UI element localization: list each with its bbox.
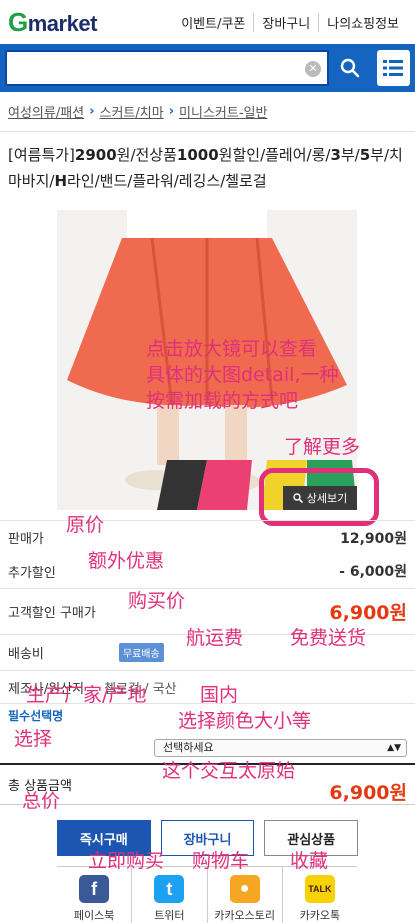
top-link-event-coupon[interactable]: 이벤트/쿠폰 <box>173 13 253 32</box>
annotation-more: 了解更多 <box>284 436 361 458</box>
share-label: 페이스북 <box>73 909 115 922</box>
shipping-label: 배송비 <box>8 647 44 662</box>
share-twitter[interactable]: t 트위터 <box>131 867 206 923</box>
share-facebook[interactable]: f 페이스북 <box>57 867 131 923</box>
title-part: 부/ <box>340 146 360 164</box>
annotation-total: 总价 <box>22 790 61 812</box>
title-part: H <box>54 172 68 190</box>
annotation-buy-price: 购买价 <box>128 590 186 612</box>
top-link-cart[interactable]: 장바구니 <box>253 12 318 32</box>
sale-price-value: 6,900원 <box>329 602 407 624</box>
extra-discount-label: 추가할인 <box>8 565 56 581</box>
title-part: 원할인/플레어/롱/ <box>218 146 331 164</box>
annotation-free: 免费送货 <box>290 627 367 649</box>
annotation-buy-now: 立即购买 <box>88 850 165 872</box>
search-button[interactable] <box>333 50 367 86</box>
annotation-choose: 选择 <box>14 728 53 750</box>
free-shipping-badge: 무료배송 <box>118 643 164 662</box>
annotation-favorite: 收藏 <box>290 850 329 872</box>
share-kakaostory[interactable]: ● 카카오스토리 <box>206 867 282 923</box>
menu-button[interactable] <box>376 50 410 86</box>
title-part: 2900 <box>74 146 117 164</box>
magnifier-icon <box>293 493 303 503</box>
detail-view-button[interactable]: 상세보기 <box>283 486 357 510</box>
detail-view-label: 상세보기 <box>306 492 348 505</box>
gmarket-logo[interactable]: Gmarket <box>8 7 97 38</box>
top-bar: Gmarket 이벤트/쿠폰 장바구니 나의쇼핑정보 <box>0 0 415 44</box>
annotation-maker: 生产厂家/产地 <box>26 684 147 706</box>
breadcrumb-item-skirt[interactable]: 스커트/치마 <box>100 102 164 121</box>
twitter-icon: t <box>154 875 185 903</box>
title-part: 원/전상품 <box>116 146 177 164</box>
chevron-right-icon: › <box>89 104 95 119</box>
top-links: 이벤트/쿠폰 장바구니 나의쇼핑정보 <box>173 12 407 32</box>
list-menu-icon <box>383 60 404 76</box>
extra-discount-value: - 6,000원 <box>339 564 407 580</box>
share-bar: f 페이스북 t 트위터 ● 카카오스토리 TALK 카카오톡 <box>57 866 357 923</box>
logo-g: G <box>8 6 28 37</box>
title-part: 1000 <box>176 146 219 164</box>
title-part: 5 <box>359 146 371 164</box>
title-part: 라인/밴드/플라워/레깅스/첼로걸 <box>67 172 267 190</box>
sale-price-label: 고객할인 구매가 <box>8 606 96 621</box>
annotation-color-size: 选择颜色大小等 <box>178 710 312 732</box>
share-label: 카카오스토리 <box>214 909 275 922</box>
annotation-cart: 购物车 <box>192 850 250 872</box>
list-price-value: 12,900원 <box>340 530 407 547</box>
title-part: 3 <box>330 146 341 164</box>
search-bar: ✕ <box>0 44 415 92</box>
search-input[interactable] <box>7 52 327 84</box>
option-select[interactable]: 선택하세요 ▲▼ <box>154 739 407 757</box>
breadcrumb: 여성의류/패션 › 스커트/치마 › 미니스커트-일반 <box>0 92 415 132</box>
list-price-label: 판매가 <box>8 532 44 547</box>
chevron-right-icon: › <box>168 104 175 119</box>
kakaostory-icon: ● <box>229 875 260 903</box>
share-label: 트위터 <box>154 909 185 922</box>
annotation-domestic: 国内 <box>200 684 239 706</box>
annotation-extra: 额外优惠 <box>88 550 165 572</box>
total-value: 6,900원 <box>329 782 407 804</box>
kakaotalk-icon: TALK <box>304 875 335 903</box>
extra-discount-row: 추가할인 - 6,000원 <box>0 554 415 588</box>
top-link-my-shopping[interactable]: 나의쇼핑정보 <box>318 12 407 32</box>
price-table: 판매가 12,900원 추가할인 - 6,000원 고객할인 구매가 6,900… <box>0 520 415 704</box>
share-kakaotalk[interactable]: TALK 카카오톡 <box>281 867 357 923</box>
search-icon <box>340 58 360 78</box>
option-select-value: 선택하세요 <box>163 741 214 754</box>
list-price-row: 판매가 12,900원 <box>0 520 415 554</box>
dropdown-arrow-icon: ▲▼ <box>387 743 401 753</box>
breadcrumb-item-miniskirt[interactable]: 미니스커트-일반 <box>179 102 267 121</box>
clear-icon[interactable]: ✕ <box>305 61 321 77</box>
logo-text: market <box>27 10 98 36</box>
facebook-icon: f <box>79 875 110 903</box>
breadcrumb-item-women[interactable]: 여성의류/패션 <box>8 102 84 121</box>
product-title: [여름특가]2900원/전상품1000원할인/플레어/롱/3부/5부/치마바지/… <box>0 132 415 208</box>
annotation-zoom: 点击放大镜可以查看 具体的大图detail,一种 按需加载的方式吧 <box>146 338 339 412</box>
annotation-shipping: 航运费 <box>186 627 244 649</box>
annotation-unstable: 这个交互太原始 <box>162 760 296 782</box>
annotation-list-price: 原价 <box>66 514 105 536</box>
search-box: ✕ <box>5 50 329 86</box>
share-label: 카카오톡 <box>299 909 341 922</box>
title-part: [여름특가] <box>8 146 75 164</box>
